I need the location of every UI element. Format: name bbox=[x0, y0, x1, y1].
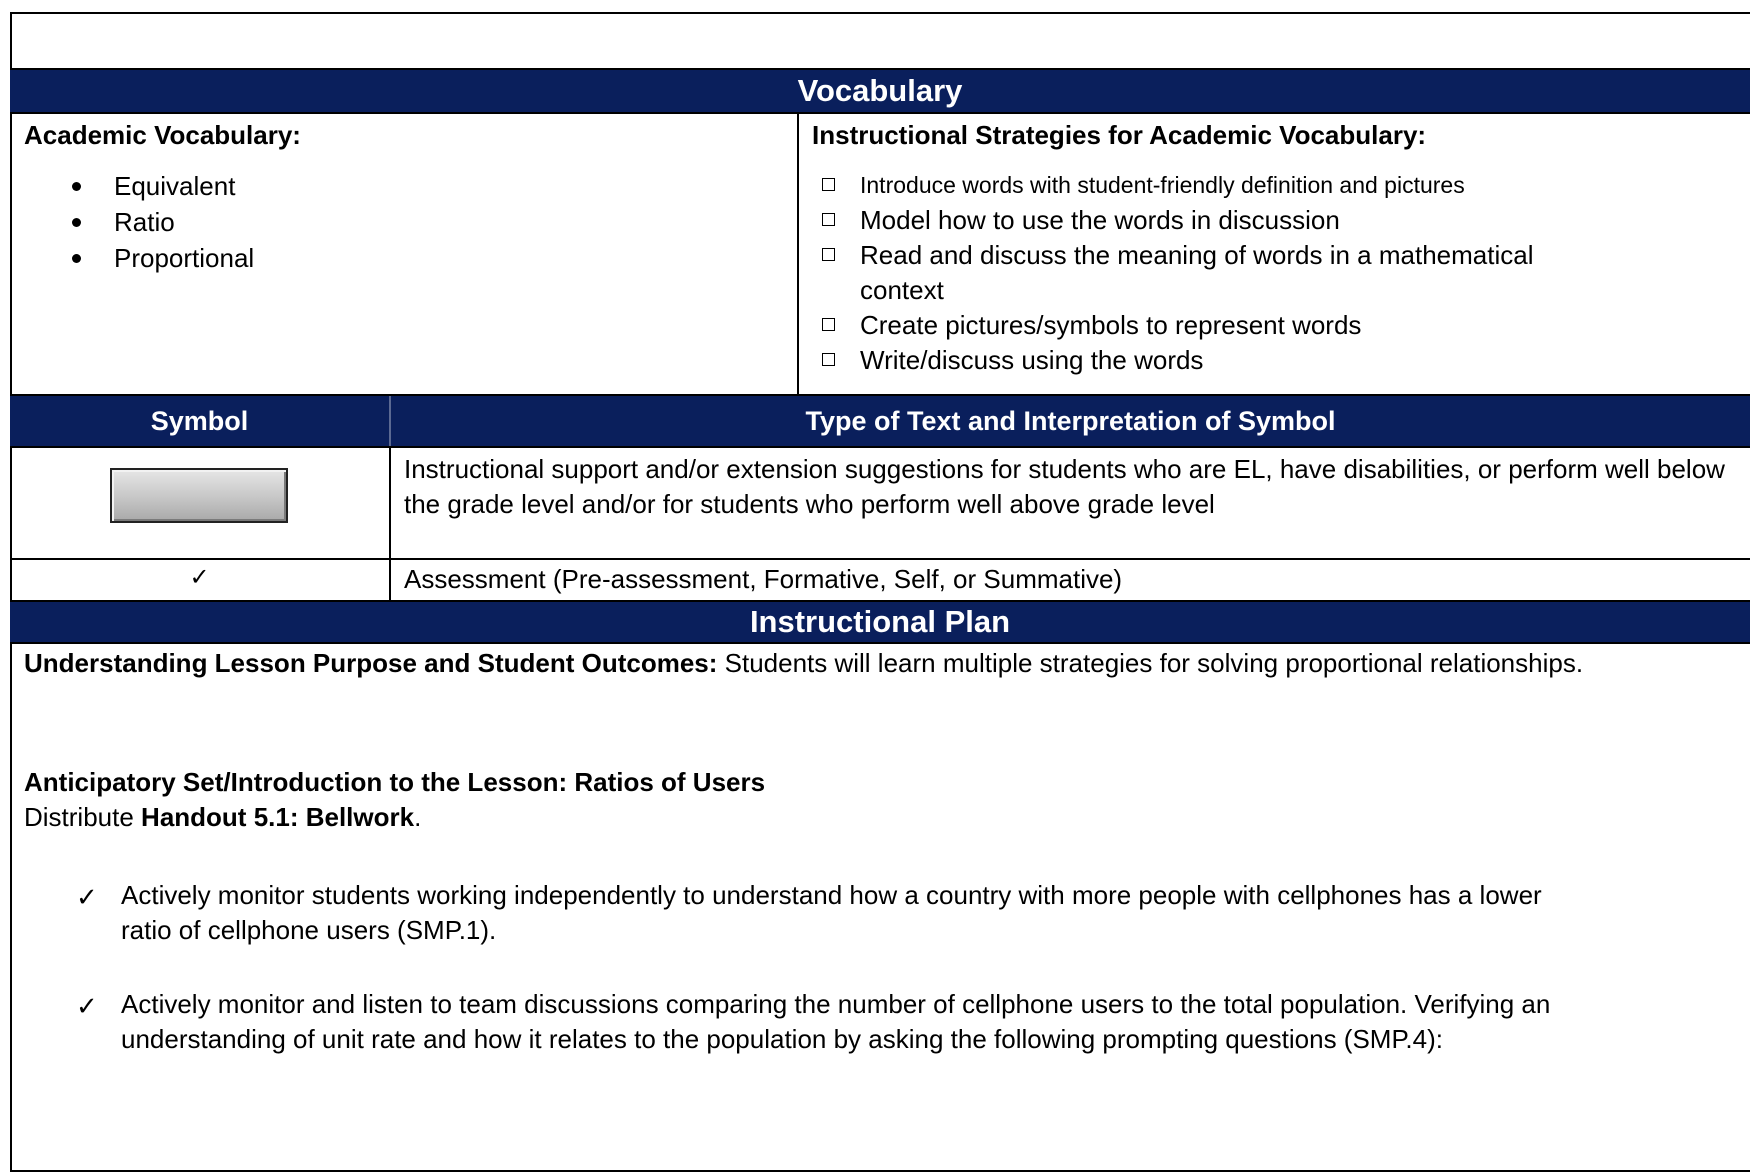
checkmark-icon: ✓ bbox=[189, 564, 210, 591]
academic-vocabulary-cell: Academic Vocabulary: Equivalent Ratio Pr… bbox=[24, 116, 784, 276]
vocabulary-header: Vocabulary bbox=[10, 68, 1750, 114]
gray-button-icon bbox=[110, 468, 288, 523]
vocabulary-section: Academic Vocabulary: Equivalent Ratio Pr… bbox=[10, 114, 1750, 396]
checkbox-icon bbox=[822, 318, 835, 331]
instructional-plan-section: Understanding Lesson Purpose and Student… bbox=[24, 646, 1584, 1054]
list-item: Proportional bbox=[24, 240, 784, 276]
list-item: Ratio bbox=[24, 204, 784, 240]
checkmark-icon: ✓ bbox=[76, 991, 98, 1021]
checkbox-icon bbox=[822, 353, 835, 366]
lesson-purpose: Understanding Lesson Purpose and Student… bbox=[24, 646, 1584, 680]
instructional-plan-header: Instructional Plan bbox=[10, 600, 1750, 644]
academic-vocabulary-label: Academic Vocabulary: bbox=[24, 120, 301, 150]
symbol-description: Assessment (Pre-assessment, Formative, S… bbox=[404, 564, 1123, 594]
lesson-page: Vocabulary Academic Vocabulary: Equivale… bbox=[10, 12, 1750, 1172]
symbol-table-header: Symbol Type of Text and Interpretation o… bbox=[10, 394, 1750, 448]
list-item: Read and discuss the meaning of words in… bbox=[812, 238, 1742, 308]
instructional-strategies-label: Instructional Strategies for Academic Vo… bbox=[812, 120, 1427, 150]
lesson-purpose-text: Students will learn multiple strategies … bbox=[717, 648, 1584, 678]
list-item: Introduce words with student-friendly de… bbox=[812, 168, 1742, 203]
type-column-header: Type of Text and Interpretation of Symbo… bbox=[805, 405, 1336, 436]
table-row: Instructional support and/or extension s… bbox=[10, 448, 1750, 558]
checkmark-icon: ✓ bbox=[76, 882, 98, 912]
table-row: ✓ Assessment (Pre-assessment, Formative,… bbox=[10, 560, 1750, 602]
anticipatory-set-label: Anticipatory Set/Introduction to the Les… bbox=[24, 767, 766, 797]
vocabulary-divider bbox=[797, 114, 799, 396]
checkbox-icon bbox=[822, 178, 835, 191]
list-item: Equivalent bbox=[24, 168, 784, 204]
vocabulary-word-list: Equivalent Ratio Proportional bbox=[24, 168, 784, 276]
instructional-strategies-cell: Instructional Strategies for Academic Vo… bbox=[812, 116, 1742, 378]
vocabulary-heading: Vocabulary bbox=[797, 73, 963, 108]
symbol-column-header: Symbol bbox=[150, 405, 249, 436]
handout-name: Handout 5.1: Bellwork bbox=[141, 802, 415, 832]
checkbox-icon bbox=[822, 213, 835, 226]
list-item: Write/discuss using the words bbox=[812, 343, 1742, 378]
list-item: Model how to use the words in discussion bbox=[812, 203, 1742, 238]
strategy-list: Introduce words with student-friendly de… bbox=[812, 168, 1742, 378]
instructional-plan-heading: Instructional Plan bbox=[749, 604, 1011, 639]
symbol-description: Instructional support and/or extension s… bbox=[404, 454, 1725, 519]
lesson-purpose-label: Understanding Lesson Purpose and Student… bbox=[24, 648, 718, 678]
distribute-line: Distribute Handout 5.1: Bellwork. bbox=[24, 802, 422, 832]
checkbox-icon bbox=[822, 248, 835, 261]
list-item: Create pictures/symbols to represent wor… bbox=[812, 308, 1742, 343]
